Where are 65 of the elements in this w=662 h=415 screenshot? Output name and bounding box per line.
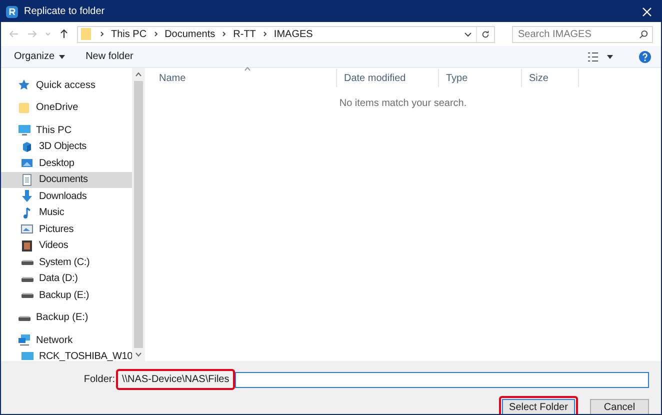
window-title: Replicate to folder [24, 5, 105, 19]
network-icon [18, 334, 31, 346]
folder-field-value: \\NAS-Device\NAS\Files [121, 374, 230, 385]
refresh-icon[interactable] [481, 30, 490, 38]
film-icon [21, 240, 34, 252]
organize-button[interactable]: Organize [7, 48, 72, 66]
breadcrumb-item[interactable]: IMAGES [272, 26, 315, 42]
sidebar-item[interactable]: Data (D:) [1, 270, 132, 287]
sidebar-item[interactable]: OneDrive [1, 100, 132, 116]
caret-icon[interactable] [607, 54, 613, 58]
search-icon [639, 30, 648, 38]
sidebar-item[interactable]: Downloads [1, 188, 132, 204]
chevron-right-icon [262, 31, 268, 37]
sidebar-item[interactable]: 3D Objects [1, 138, 132, 155]
help-icon[interactable] [639, 50, 651, 62]
sidebar-item[interactable]: Backup (E:) [1, 287, 132, 304]
sidebar-item[interactable]: Quick access [1, 77, 132, 94]
document-icon [21, 174, 34, 186]
up-arrow-icon[interactable] [59, 29, 69, 39]
scrollbar[interactable] [132, 68, 145, 361]
chevron-down-icon[interactable] [464, 30, 472, 38]
cancel-button[interactable]: Cancel [590, 399, 649, 414]
folder-icon [81, 28, 91, 40]
new-folder-button[interactable]: New folder [80, 48, 140, 66]
column-header[interactable]: Date modified [337, 69, 439, 87]
sidebar-item[interactable]: Backup (E:) [1, 310, 132, 326]
picture-icon [21, 223, 34, 236]
cube-icon [21, 140, 34, 153]
scrollbar-thumb[interactable] [134, 81, 143, 348]
search-field[interactable]: Search IMAGES [512, 26, 653, 42]
column-header[interactable]: Type [439, 69, 522, 87]
sidebar-item[interactable]: Documents [1, 172, 132, 188]
sidebar-item[interactable]: This PC [1, 122, 132, 138]
address-bar[interactable]: This PC Documents R-TT IMAGES [77, 26, 495, 42]
column-header[interactable]: Name [152, 69, 337, 87]
chevron-right-icon [221, 31, 228, 37]
breadcrumb-item[interactable]: This PC [109, 26, 149, 42]
view-options-icon[interactable] [587, 52, 599, 62]
monitor-icon [21, 350, 34, 363]
caret-icon [58, 54, 65, 58]
column-header[interactable]: Size [522, 69, 579, 87]
breadcrumb-item[interactable]: Documents [162, 26, 218, 42]
app-logo-icon [6, 6, 18, 18]
star-icon [18, 79, 31, 92]
scroll-down-icon[interactable] [135, 352, 142, 357]
select-folder-button[interactable]: Select Folder [502, 399, 575, 414]
empty-message: No items match your search. [338, 97, 468, 111]
scroll-up-icon[interactable] [135, 72, 142, 77]
sidebar-item[interactable]: Pictures [1, 221, 132, 238]
desktop-icon [21, 157, 34, 170]
sidebar-item[interactable]: System (C:) [1, 254, 132, 270]
close-icon[interactable] [642, 6, 652, 16]
sidebar-item[interactable]: RCK_TOSHIBA_W10 [1, 348, 132, 365]
sidebar-item[interactable]: Network [1, 332, 132, 348]
down-arrow-icon [21, 190, 34, 202]
monitor-icon [18, 124, 31, 136]
sidebar-item[interactable]: Music [1, 204, 132, 221]
folder-icon [18, 102, 31, 114]
folder-label: Folder: [82, 373, 116, 387]
breadcrumb-item[interactable]: R-TT [231, 26, 258, 42]
chevron-right-icon [152, 31, 159, 37]
sidebar-item[interactable]: Desktop [1, 155, 132, 172]
folder-field[interactable] [235, 372, 649, 388]
chevron-right-icon [99, 31, 105, 37]
sidebar-item[interactable]: Videos [1, 238, 132, 254]
